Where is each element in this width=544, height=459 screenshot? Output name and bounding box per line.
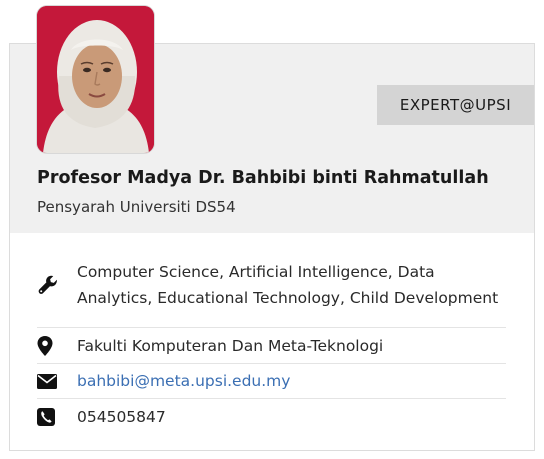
expert-profile-card: EXPERT@UPSI Profesor Madya Dr. Bahbibi b… [9,6,535,451]
expertise-row: Computer Science, Artificial Intelligenc… [37,243,506,328]
email-row: bahbibi@meta.upsi.edu.my [37,364,506,399]
profile-position: Pensyarah Universiti DS54 [37,198,236,216]
phone-text: 054505847 [77,408,166,426]
expertise-text: Computer Science, Artificial Intelligenc… [77,263,499,307]
email-link[interactable]: bahbibi@meta.upsi.edu.my [77,368,290,394]
faculty-row: Fakulti Komputeran Dan Meta-Teknologi [37,328,506,364]
phone-icon [37,408,77,426]
contact-info-list: Computer Science, Artificial Intelligenc… [37,243,506,435]
envelope-icon [37,373,77,389]
map-marker-icon [37,335,77,356]
phone-row: 054505847 [37,399,506,435]
profile-name: Profesor Madya Dr. Bahbibi binti Rahmatu… [37,168,489,188]
faculty-text: Fakulti Komputeran Dan Meta-Teknologi [77,336,384,355]
wrench-icon [37,274,77,296]
profile-photo [37,6,154,153]
expert-badge: EXPERT@UPSI [377,85,534,125]
